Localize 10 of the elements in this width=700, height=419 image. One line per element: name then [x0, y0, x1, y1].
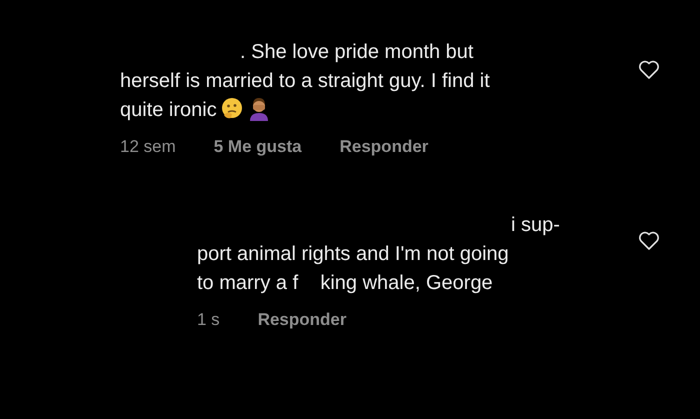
comment-text: i sup- port animal rights and I'm not going to marry a f king whale, George: [197, 214, 560, 294]
reply-link[interactable]: Responder: [258, 310, 346, 330]
reply-link[interactable]: Responder: [340, 137, 428, 157]
like-heart-icon[interactable]: [638, 60, 660, 80]
comment-time: 12 sem: [120, 137, 176, 157]
like-heart-icon[interactable]: [638, 231, 660, 251]
thinking-face-icon: [220, 97, 244, 121]
comment-text: quite ironic: [120, 99, 217, 121]
likes-count-link[interactable]: 5 Me gusta: [214, 137, 302, 157]
comment-time: 1 s: [197, 310, 220, 330]
